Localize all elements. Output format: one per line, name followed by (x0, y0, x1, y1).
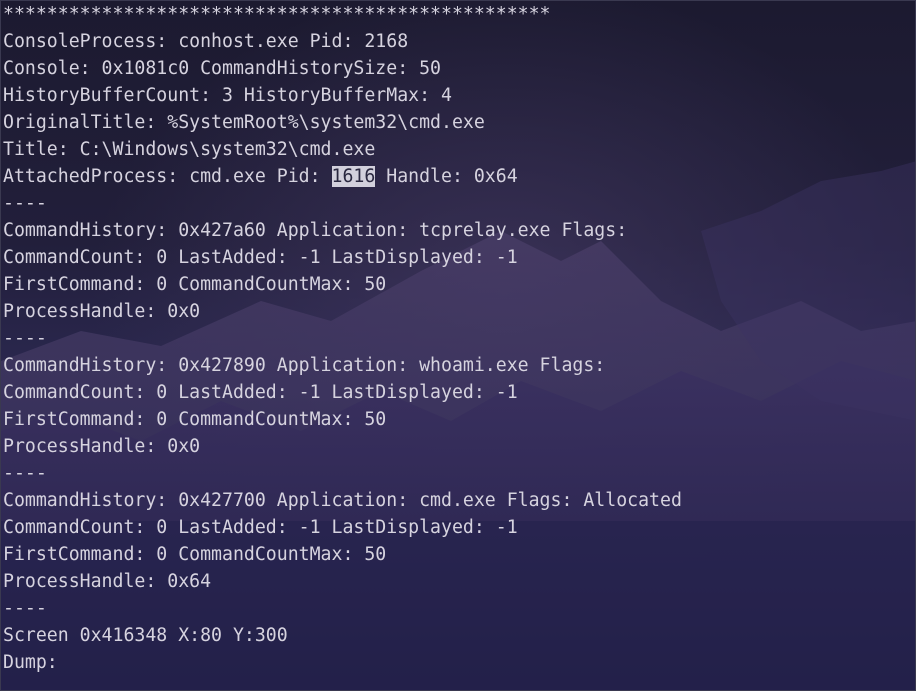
terminal-line: ProcessHandle: 0x0 (3, 436, 201, 457)
terminal-line: CommandCount: 0 LastAdded: -1 LastDispla… (3, 517, 518, 538)
terminal-line: ConsoleProcess: conhost.exe Pid: 2168 (3, 31, 409, 52)
terminal-line: OriginalTitle: %SystemRoot%\system32\cmd… (3, 112, 485, 133)
terminal-output[interactable]: ****************************************… (3, 1, 915, 676)
terminal-line: Dump: (3, 652, 58, 673)
terminal-line: FirstCommand: 0 CommandCountMax: 50 (3, 544, 387, 565)
terminal-line: CommandCount: 0 LastAdded: -1 LastDispla… (3, 247, 518, 268)
terminal-line: Console: 0x1081c0 CommandHistorySize: 50 (3, 58, 441, 79)
terminal-line: ---- (3, 598, 47, 619)
terminal-line: AttachedProcess: cmd.exe Pid: 1616 Handl… (3, 166, 518, 187)
terminal-line: FirstCommand: 0 CommandCountMax: 50 (3, 409, 387, 430)
terminal-line: CommandHistory: 0x427700 Application: cm… (3, 490, 682, 511)
terminal-line: ProcessHandle: 0x0 (3, 301, 201, 322)
terminal-line: Title: C:\Windows\system32\cmd.exe (3, 139, 376, 160)
terminal-line: ProcessHandle: 0x64 (3, 571, 212, 592)
terminal-window[interactable]: ****************************************… (0, 0, 916, 691)
terminal-line: CommandCount: 0 LastAdded: -1 LastDispla… (3, 382, 518, 403)
terminal-line: FirstCommand: 0 CommandCountMax: 50 (3, 274, 387, 295)
terminal-line: ****************************************… (3, 4, 551, 25)
terminal-line: CommandHistory: 0x427a60 Application: tc… (3, 220, 628, 241)
terminal-line: ---- (3, 328, 47, 349)
terminal-line: HistoryBufferCount: 3 HistoryBufferMax: … (3, 85, 452, 106)
terminal-line: ---- (3, 193, 47, 214)
terminal-line: Screen 0x416348 X:80 Y:300 (3, 625, 288, 646)
selected-text[interactable]: 1616 (331, 166, 376, 187)
terminal-line: CommandHistory: 0x427890 Application: wh… (3, 355, 606, 376)
terminal-line: ---- (3, 463, 47, 484)
